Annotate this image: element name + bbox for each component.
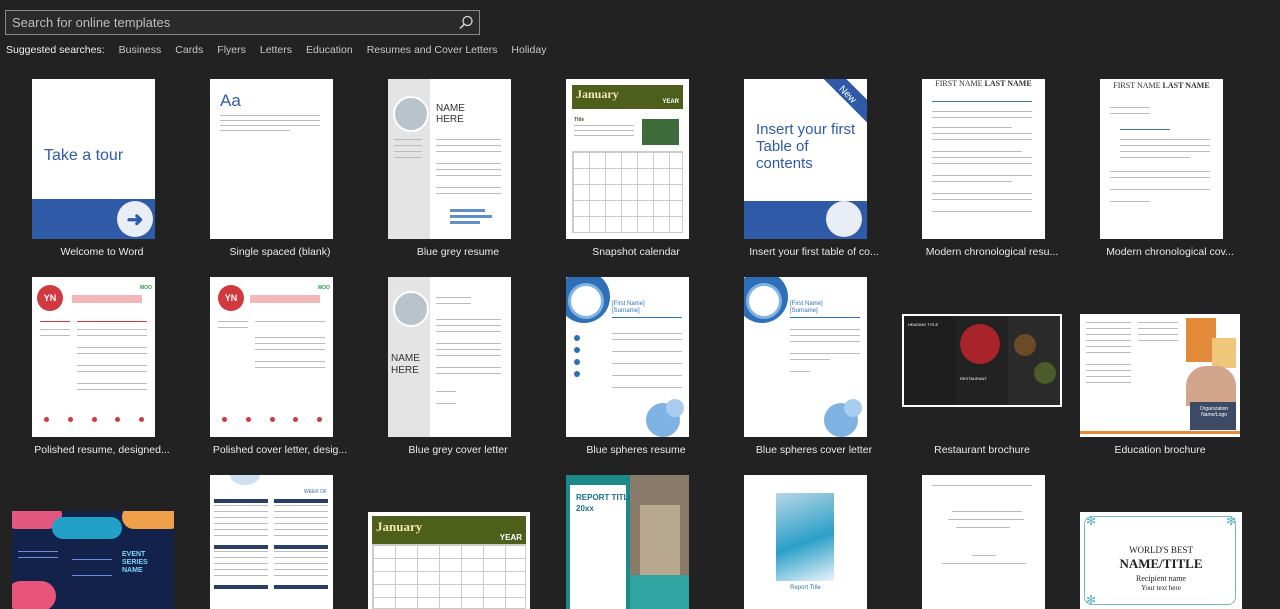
initials-circle: YN bbox=[37, 285, 63, 311]
template-thumbnail: Insert your first Table of contents New bbox=[744, 79, 867, 239]
suggested-link-business[interactable]: Business bbox=[119, 44, 162, 56]
thumb-heading: Aa bbox=[220, 91, 241, 110]
template-caption: Modern chronological cov... bbox=[1106, 246, 1234, 258]
suggested-link-letters[interactable]: Letters bbox=[260, 44, 292, 56]
suggested-link-holiday[interactable]: Holiday bbox=[511, 44, 546, 56]
template-thumbnail: ✻ ✻ ✻ WORLD'S BEST NAME/TITLE Recipient … bbox=[1080, 512, 1242, 609]
calendar-year: YEAR bbox=[499, 533, 522, 542]
arrow-circle-icon: ➜ bbox=[117, 201, 153, 237]
photo bbox=[393, 96, 429, 132]
thumb-name: NAME HERE bbox=[391, 353, 420, 376]
template-caption: Blue spheres resume bbox=[586, 444, 686, 456]
template-thumbnail: Report Title bbox=[744, 475, 867, 609]
template-thumbnail: January YEAR bbox=[368, 512, 530, 609]
calendar-title: Title bbox=[574, 117, 585, 123]
template-caption: Modern chronological resu... bbox=[925, 246, 1059, 258]
template-caption: Snapshot calendar bbox=[592, 246, 680, 258]
event-title: EVENT SERIES NAME bbox=[122, 551, 148, 574]
template-thumbnail: NAME HERE bbox=[388, 277, 511, 437]
template-thumbnail: FIRST NAME LAST NAME bbox=[1100, 79, 1223, 239]
template-caption: Blue grey cover letter bbox=[408, 444, 508, 456]
award-line3: Recipient name bbox=[1136, 574, 1186, 583]
calendar-header: January YEAR bbox=[372, 516, 526, 544]
template-caption: Insert your first table of co... bbox=[749, 246, 879, 258]
star-icon: ✻ bbox=[1225, 514, 1236, 528]
star-icon: ✻ bbox=[1086, 514, 1097, 528]
brochure-heading: HEADING TITLE bbox=[908, 322, 939, 327]
report-year: 20xx bbox=[576, 504, 594, 513]
template-thumbnail: January YEAR Title bbox=[566, 79, 689, 239]
template-thumbnail: HEADING TITLE RESTAURANT bbox=[902, 314, 1062, 407]
award-line1: WORLD'S BEST bbox=[1129, 545, 1193, 555]
thumb-heading: Insert your first Table of contents bbox=[756, 121, 856, 172]
template-caption: Blue grey resume bbox=[416, 246, 500, 258]
suggested-link-flyers[interactable]: Flyers bbox=[217, 44, 246, 56]
brand-logo: MOO bbox=[318, 285, 330, 291]
template-thumbnail: YN MOO bbox=[32, 277, 155, 437]
award-line2: NAME/TITLE bbox=[1119, 556, 1203, 571]
search-input[interactable] bbox=[6, 11, 452, 34]
template-caption: Blue spheres cover letter bbox=[755, 444, 873, 456]
initials-circle: YN bbox=[218, 285, 244, 311]
week-of-label: WEEK OF bbox=[304, 489, 328, 495]
template-thumbnail: Organization Name/Logo bbox=[1080, 314, 1240, 437]
calendar-month: January bbox=[576, 87, 619, 101]
resume-surname: [Surname] bbox=[612, 308, 640, 314]
template-thumbnail: REPORT TITLE 20xx bbox=[566, 475, 689, 609]
template-thumbnail: FIRST NAME LAST NAME bbox=[922, 79, 1045, 239]
template-caption: Education brochure bbox=[1114, 444, 1206, 456]
report-title: Report Title bbox=[790, 585, 821, 591]
star-icon: ✻ bbox=[1086, 593, 1097, 607]
template-caption: Single spaced (blank) bbox=[229, 246, 331, 258]
search-icon[interactable] bbox=[457, 14, 475, 32]
template-thumbnail bbox=[922, 475, 1045, 609]
report-title: REPORT TITLE bbox=[576, 493, 634, 502]
document-icon bbox=[826, 201, 862, 237]
thumb-name: NAME HERE bbox=[436, 103, 465, 125]
template-caption: Polished resume, designed... bbox=[34, 444, 170, 456]
thumb-heading: Take a tour bbox=[44, 147, 124, 164]
template-thumbnail: WEEK OF bbox=[210, 475, 333, 609]
brochure-org: Organization Name/Logo bbox=[1199, 406, 1229, 418]
award-line4: Your text here bbox=[1141, 584, 1181, 592]
suggested-searches: Suggested searches: Business Cards Flyer… bbox=[6, 44, 560, 56]
thumb-heading: FIRST NAME LAST NAME bbox=[1113, 81, 1210, 90]
resume-first-name: [First Name] bbox=[612, 301, 645, 307]
thumb-heading: FIRST NAME LAST NAME bbox=[935, 79, 1032, 88]
calendar-grid bbox=[372, 544, 526, 609]
brand-logo: MOO bbox=[140, 285, 152, 291]
template-thumbnail: Aa bbox=[210, 79, 333, 239]
suggested-searches-label: Suggested searches: bbox=[6, 44, 105, 56]
template-thumbnail: NAME HERE bbox=[388, 79, 511, 239]
template-thumbnail: Take a tour ➜ bbox=[32, 79, 155, 239]
suggested-link-resumes[interactable]: Resumes and Cover Letters bbox=[367, 44, 498, 56]
calendar-header: January YEAR bbox=[572, 85, 683, 109]
photo bbox=[393, 291, 429, 327]
letter-surname: [Surname] bbox=[790, 308, 818, 314]
template-search-box[interactable] bbox=[5, 10, 480, 35]
letter-first-name: [First Name] bbox=[790, 301, 823, 307]
new-badge: New bbox=[815, 79, 867, 127]
calendar-photo bbox=[642, 119, 679, 145]
template-caption: Restaurant brochure bbox=[934, 444, 1030, 456]
template-thumbnail: YN MOO bbox=[210, 277, 333, 437]
suggested-link-education[interactable]: Education bbox=[306, 44, 353, 56]
template-caption: Polished cover letter, desig... bbox=[212, 444, 348, 456]
calendar-grid bbox=[572, 151, 683, 233]
template-thumbnail: [First Name] [Surname] bbox=[566, 277, 689, 437]
template-caption: Welcome to Word bbox=[60, 246, 144, 258]
calendar-month: January bbox=[376, 519, 423, 534]
suggested-link-cards[interactable]: Cards bbox=[175, 44, 203, 56]
template-thumbnail: EVENT SERIES NAME bbox=[12, 511, 174, 609]
brochure-tag: RESTAURANT bbox=[960, 376, 987, 381]
calendar-year: YEAR bbox=[662, 99, 679, 105]
template-thumbnail: [First Name] [Surname] bbox=[744, 277, 867, 437]
